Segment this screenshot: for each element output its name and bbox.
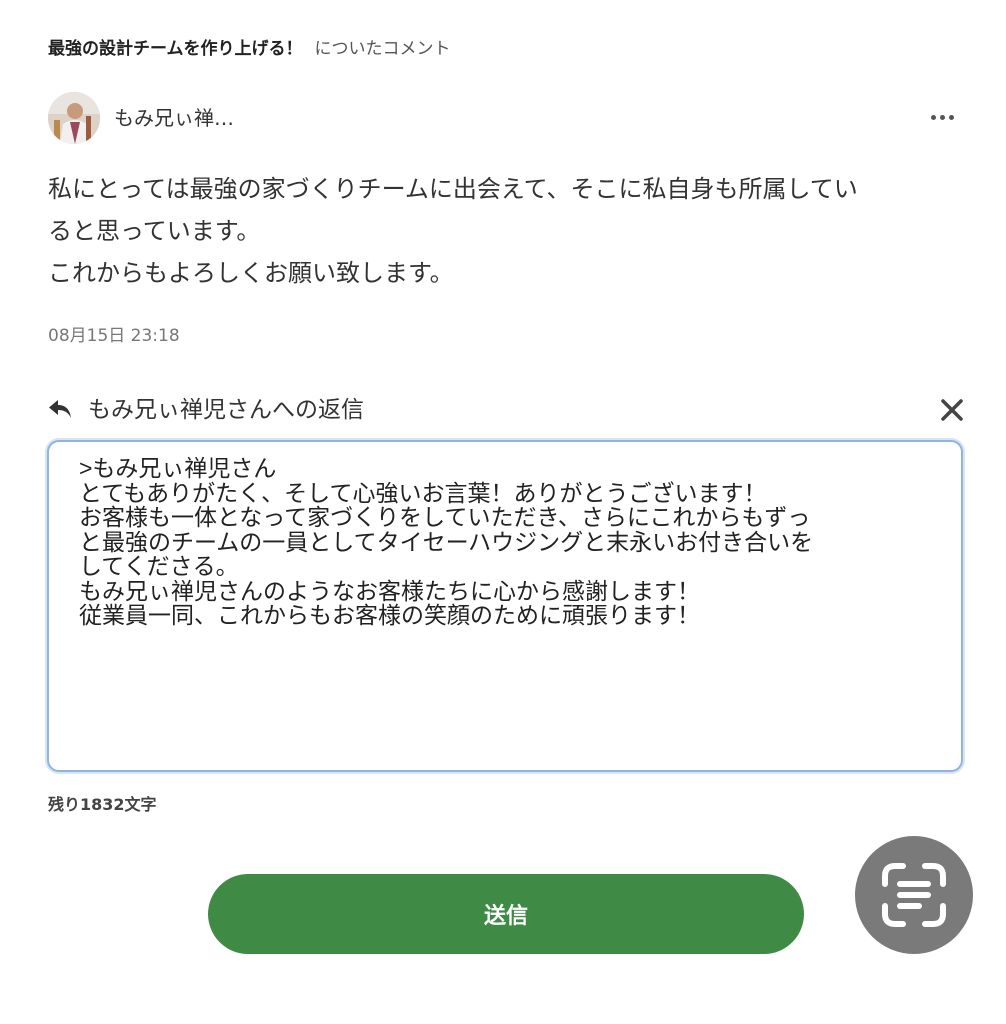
more-horizontal-icon xyxy=(930,114,936,120)
remaining-characters-counter: 残り1832文字 xyxy=(48,795,157,814)
reply-text-line: してくださる。 xyxy=(79,553,239,579)
comment-context-label: についたコメント xyxy=(314,39,451,59)
reply-text-line: もみ兄ぃ禅児さんのようなお客様たちに心から感謝します！ xyxy=(79,577,700,604)
comment-body-line: これからもよろしくお願い致します。 xyxy=(48,259,454,287)
reply-comment-page: 最強の設計チームを作り上げる！ についたコメント もみ兄ぃ禅… 私にとっては最強の… xyxy=(0,0,1006,1024)
user-avatar-photo-icon xyxy=(48,92,100,144)
more-horizontal-icon-dot xyxy=(939,114,945,120)
comment-body-line: ると思っています。 xyxy=(48,217,261,245)
comment-body: 私にとっては最強の家づくりチームに出会えて、そこに私自身も所属してい ると思って… xyxy=(48,168,960,294)
comment-body-line: 私にとっては最強の家づくりチームに出会えて、そこに私自身も所属してい xyxy=(48,175,858,203)
comment-author-row: もみ兄ぃ禅… xyxy=(48,92,960,144)
close-icon[interactable] xyxy=(936,394,968,426)
reply-target-label: もみ兄ぃ禅児さんへの返信 xyxy=(88,397,364,423)
more-options-button[interactable] xyxy=(924,102,960,132)
reply-text-line: と最強のチームの一員としてタイセーハウジングと末永いお付き合いを xyxy=(79,528,814,555)
reply-arrow-icon xyxy=(49,400,71,418)
comment-timestamp: 08月15日 23:18 xyxy=(48,326,180,346)
reply-text-input[interactable]: >もみ兄ぃ禅児さん とてもありがたく、そして心強いお言葉！ありがとうございます！… xyxy=(47,440,963,772)
comment-context-header: 最強の設計チームを作り上げる！ についたコメント xyxy=(48,36,451,62)
reply-text-line: お客様も一体となって家づくりをしていただき、さらにこれからもずっ xyxy=(79,504,811,530)
reply-text-line: 従業員一同、これからもお客様の笑顔のために頑張ります！ xyxy=(79,602,700,628)
send-button[interactable]: 送信 xyxy=(208,874,804,954)
comment-author-name[interactable]: もみ兄ぃ禅… xyxy=(114,104,234,132)
text-scan-icon xyxy=(882,863,946,927)
article-title-link[interactable]: 最強の設計チームを作り上げる！ xyxy=(48,39,303,59)
reply-header: もみ兄ぃ禅児さんへの返信 xyxy=(48,390,968,430)
reply-text-line: とてもありがたく、そして心強いお言葉！ありがとうございます！ xyxy=(79,479,767,506)
text-scan-button[interactable] xyxy=(855,836,973,954)
reply-text-line: >もみ兄ぃ禅児さん xyxy=(79,455,277,481)
more-horizontal-icon-dot xyxy=(948,114,954,120)
avatar[interactable] xyxy=(48,92,100,144)
